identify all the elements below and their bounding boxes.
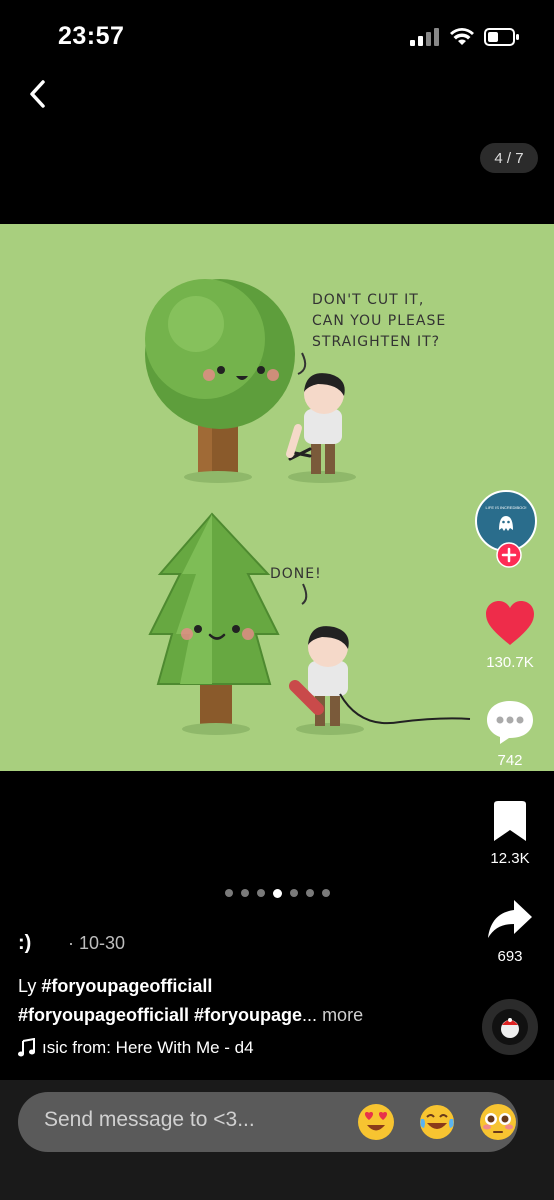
follow-button[interactable] (496, 542, 522, 568)
music-info[interactable]: ısic from: Here With Me - d4 (18, 1038, 254, 1058)
photo-counter: 4 / 7 (480, 143, 538, 173)
avatar-text: LIFE IS INCREDIBOO! (485, 505, 527, 510)
comment-button[interactable] (484, 698, 536, 746)
music-label: ısic from: Here With Me - d4 (42, 1038, 254, 1057)
save-button[interactable] (490, 800, 530, 842)
flushed-emoji-icon (480, 1104, 516, 1140)
flushed-emoji-button[interactable] (479, 1103, 517, 1141)
post-photo[interactable]: DON'T CUT IT, CAN YOU PLEASE STRAIGHTEN … (0, 224, 554, 771)
speech-bubble-1: DON'T CUT IT, CAN YOU PLEASE STRAIGHTEN … (312, 292, 447, 350)
tears-of-joy-emoji-icon (420, 1105, 454, 1139)
comment-count: 742 (497, 752, 523, 769)
battery-icon (484, 28, 519, 46)
carousel-dot (224, 889, 233, 897)
post-caption: Ly #foryoupageofficiall #foryoupageoffic… (18, 972, 458, 1030)
heart-eyes-emoji-button[interactable] (357, 1103, 395, 1141)
plus-icon (496, 542, 522, 568)
like-button[interactable] (484, 600, 536, 648)
carousel-dot (289, 889, 298, 897)
back-button[interactable] (20, 74, 60, 114)
comment-icon (487, 701, 533, 744)
hashtag-link[interactable]: #foryoupageofficiall #foryoupage (18, 1005, 302, 1025)
joy-emoji-button[interactable] (418, 1103, 456, 1141)
carousel-dot (305, 889, 314, 897)
more-button[interactable]: more (317, 1005, 363, 1025)
share-button[interactable] (486, 898, 534, 940)
comic-illustration (145, 279, 471, 735)
post-date: · 10-30 (68, 933, 126, 953)
message-placeholder: Send message to <3... (44, 1108, 255, 1131)
like-count: 130.7K (486, 654, 534, 671)
share-count: 693 (497, 948, 523, 965)
bookmark-icon (494, 801, 526, 841)
music-disc-button[interactable] (481, 998, 539, 1056)
chevron-left-icon (30, 80, 45, 108)
carousel-dot (272, 888, 282, 898)
status-icons (410, 24, 520, 50)
carousel-dot (321, 889, 330, 897)
author-name[interactable]: :) (18, 932, 31, 955)
caption-prefix: Ly (18, 976, 42, 996)
signal-icon (410, 28, 439, 46)
hashtag-link[interactable]: #foryoupageofficiall (41, 976, 212, 996)
music-note-icon (18, 1038, 35, 1057)
save-count: 12.3K (490, 850, 530, 867)
heart-eyes-emoji-icon (358, 1104, 394, 1140)
speech-bubble-2: DONE! (270, 566, 322, 582)
wifi-icon (450, 28, 474, 45)
music-disc-icon (482, 999, 538, 1055)
heart-icon (486, 601, 534, 645)
status-time: 23:57 (58, 22, 125, 50)
carousel-dot (256, 889, 265, 897)
carousel-indicator (0, 888, 554, 898)
carousel-dot (240, 889, 249, 897)
caption-ellipsis: ... (302, 1005, 318, 1025)
share-arrow-icon (488, 900, 532, 938)
